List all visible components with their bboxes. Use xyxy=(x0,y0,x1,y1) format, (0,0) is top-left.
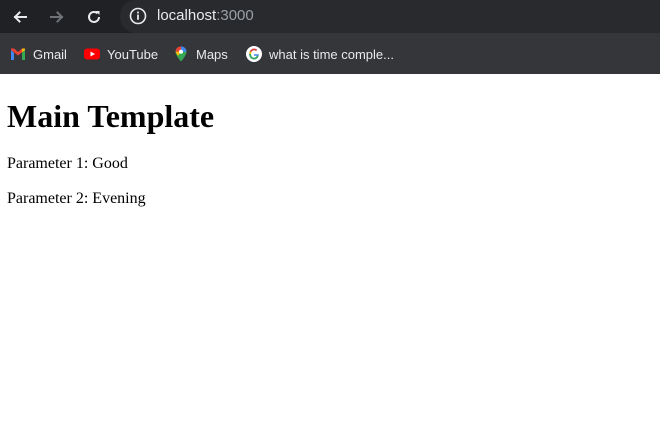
bookmark-gmail[interactable]: Gmail xyxy=(10,44,67,64)
bookmark-google-search[interactable]: what is time comple... xyxy=(246,44,394,64)
gmail-icon xyxy=(10,46,26,62)
info-icon[interactable] xyxy=(129,7,147,25)
url-host: localhost xyxy=(157,7,217,24)
youtube-icon xyxy=(84,46,100,62)
google-icon xyxy=(246,46,262,62)
reload-button[interactable] xyxy=(80,3,108,31)
forward-button[interactable] xyxy=(43,3,71,31)
bookmark-maps[interactable]: Maps xyxy=(173,44,228,64)
maps-icon xyxy=(173,46,189,62)
reload-icon xyxy=(88,10,100,23)
bookmark-label: Maps xyxy=(196,46,228,62)
arrow-right-icon xyxy=(50,11,64,23)
bookmark-label: YouTube xyxy=(107,46,159,62)
arrow-left-icon xyxy=(13,11,27,23)
bookmarks-bar: Gmail YouTube Maps what is time comple..… xyxy=(0,33,660,74)
address-bar[interactable]: localhost:3000 xyxy=(120,0,660,33)
bookmark-label: Gmail xyxy=(33,46,67,62)
bookmark-youtube[interactable]: YouTube xyxy=(84,44,158,64)
page-content: Main Template Parameter 1: Good Paramete… xyxy=(0,74,660,208)
back-button[interactable] xyxy=(6,3,34,31)
url-text[interactable]: localhost:3000 xyxy=(157,7,254,25)
parameter-1-text: Parameter 1: Good xyxy=(7,155,128,172)
page-title: Main Template xyxy=(7,98,215,134)
browser-toolbar: localhost:3000 xyxy=(0,0,660,33)
url-port: :3000 xyxy=(216,7,254,24)
parameter-2-text: Parameter 2: Evening xyxy=(7,190,146,207)
bookmark-label: what is time comple... xyxy=(269,46,394,62)
